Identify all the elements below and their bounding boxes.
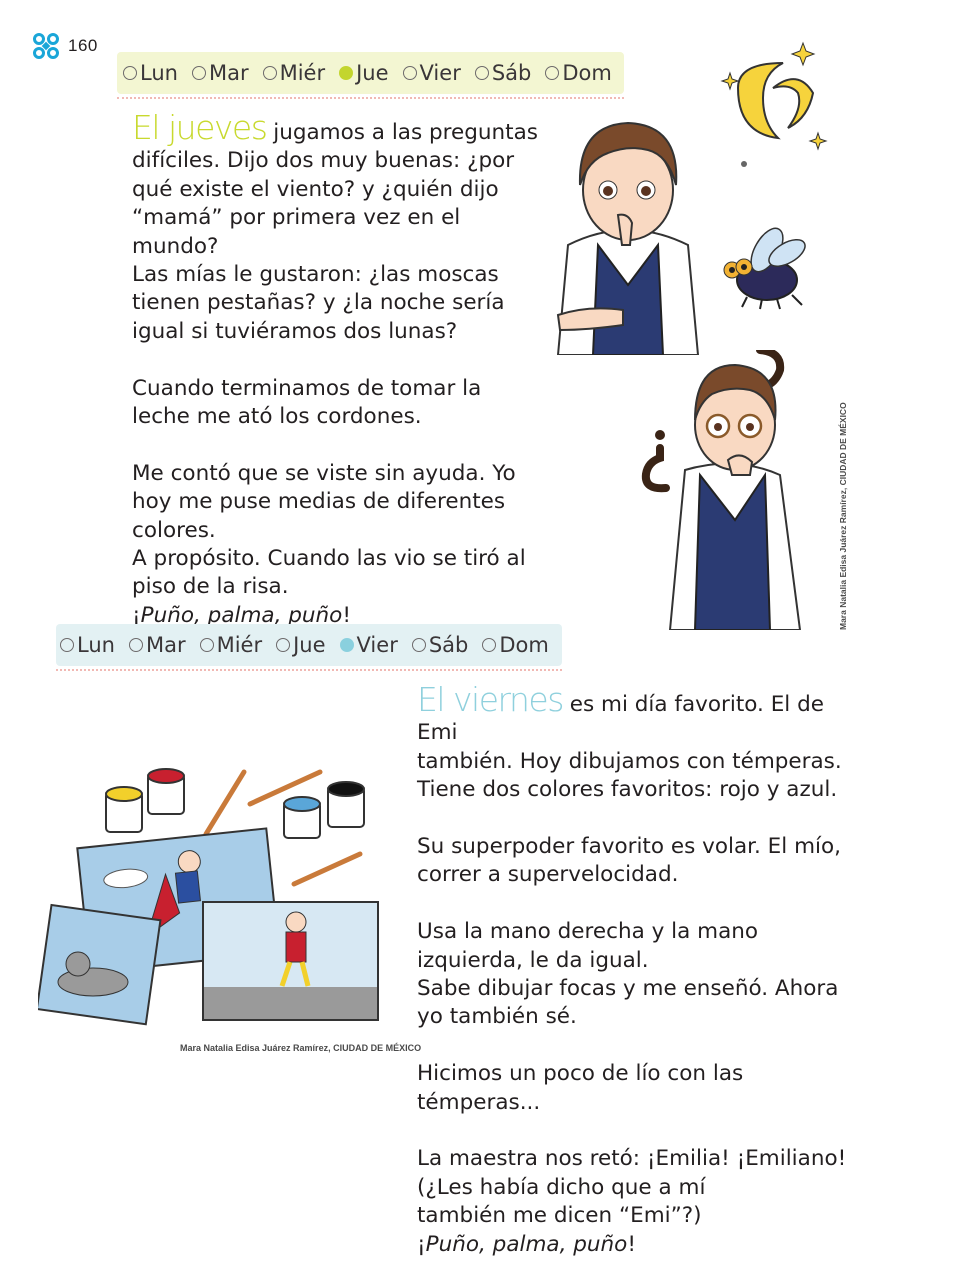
day-dot-selected-icon (339, 638, 354, 652)
crescent-moon-illustration (720, 41, 828, 167)
text-line: Su superpoder favorito es volar. El mío, (417, 834, 841, 860)
fly-illustration (723, 227, 806, 310)
boy-with-glasses-illustration (641, 350, 802, 630)
day-dot-icon (474, 66, 489, 80)
illustration-credit-vertical: Mara Natalia Edisa Juárez Ramírez, CIUDA… (838, 402, 848, 630)
text-line: correr a supervelocidad. (417, 862, 679, 888)
text-line: Me contó que se viste sin ayuda. Yo (132, 460, 516, 486)
thursday-first-line: El jueves jugamos a las preguntas (132, 108, 538, 147)
drawing-seal (38, 903, 162, 1026)
text-line: también me dicen “Emi”?) (417, 1203, 702, 1229)
paint-pot-yellow-icon (105, 786, 143, 833)
text-line: piso de la risa. (132, 574, 289, 600)
paint-pot-blue-icon (283, 796, 321, 839)
paintbrush-icon (291, 851, 363, 887)
day-dot-icon (262, 66, 277, 80)
text-line: leche me ató los cordones. (132, 404, 422, 430)
text-line: Cuando terminamos de tomar la (132, 375, 482, 401)
day-lun: Lun (123, 61, 178, 85)
day-jue-selected: Jue (339, 61, 389, 85)
text-line: tienen pestañas? y ¿la noche sería (132, 290, 505, 316)
text-line: yo también sé. (417, 1004, 577, 1030)
day-dot-icon (128, 638, 143, 652)
day-selector-thursday: Lun Mar Miér Jue Vier Sáb Dom (117, 52, 624, 94)
friday-refrain: ¡Puño, palma, puño! (417, 1231, 636, 1257)
day-mier: Miér (262, 61, 325, 85)
friday-first-line: El viernes es mi día favorito. El de Emi (417, 680, 824, 746)
day-selector-friday: Lun Mar Miér Jue Vier Sáb Dom (56, 624, 562, 666)
text-line: también. Hoy dibujamos con témperas. (417, 748, 842, 774)
text-line: témperas... (417, 1089, 541, 1115)
day-dot-icon (199, 638, 214, 652)
day-mar: Mar (191, 61, 249, 85)
day-dom: Dom (545, 61, 612, 85)
text-line: Tiene dos colores favoritos: rojo y azul… (417, 777, 838, 803)
day-dot-icon (276, 638, 291, 652)
day-vier: Vier (402, 61, 461, 85)
text-line: La maestra nos retó: ¡Emilia! ¡Emiliano! (417, 1146, 847, 1172)
paint-pot-black-icon (327, 781, 365, 828)
text-line: hoy me puse medias de diferentes (132, 489, 506, 515)
day-dot-icon (545, 66, 560, 80)
page-number: 160 (68, 36, 98, 55)
text-line: Sabe dibujar focas y me enseñó. Ahora (417, 976, 839, 1002)
day-dot-icon (191, 66, 206, 80)
day-sab: Sáb (411, 633, 468, 657)
text-line: Usa la mano derecha y la mano (417, 919, 759, 945)
decorative-logo-icon (33, 33, 59, 59)
text-line: difíciles. Dijo dos muy buenas: ¿por (132, 148, 515, 174)
friday-lead: El viernes (417, 680, 564, 719)
drawing-running-hero (202, 901, 379, 1021)
page-header: 160 (32, 32, 98, 60)
day-dot-icon (482, 638, 497, 652)
text-line: colores. (132, 517, 216, 543)
text-line: igual si tuviéramos dos lunas? (132, 318, 458, 344)
dotted-divider (117, 97, 624, 99)
day-dot-icon (411, 638, 426, 652)
paint-pot-red-icon (147, 768, 185, 815)
day-dot-selected-icon (339, 66, 354, 80)
day-mar: Mar (128, 633, 186, 657)
day-dot-icon (123, 66, 137, 80)
day-dom: Dom (482, 633, 549, 657)
text-line: Hicimos un poco de lío con las (417, 1061, 744, 1087)
boy-thinking-illustration (556, 121, 700, 355)
text-line: A propósito. Cuando las vio se tiró al (132, 546, 526, 572)
day-sab: Sáb (474, 61, 531, 85)
day-mier: Miér (199, 633, 262, 657)
illustration-credit: Mara Natalia Edisa Juárez Ramírez, CIUDA… (180, 1043, 422, 1053)
paints-and-drawings-illustration (38, 768, 379, 1026)
text-line: qué existe el viento? y ¿quién dijo (132, 176, 499, 202)
thursday-lead: El jueves (132, 108, 268, 147)
paintbrush-icon (203, 769, 247, 837)
day-lun: Lun (60, 633, 115, 657)
text-line: izquierda, le da igual. (417, 947, 649, 973)
thursday-text: El jueves jugamos a las preguntas difíci… (132, 108, 552, 630)
text-line: (¿Les había dicho que a mí (417, 1174, 706, 1200)
text-line: “mamá” por primera vez en el mundo? (132, 205, 461, 259)
day-vier-selected: Vier (339, 633, 398, 657)
day-dot-icon (402, 66, 417, 80)
day-dot-icon (60, 638, 74, 652)
text-line: Las mías le gustaron: ¿las moscas (132, 262, 499, 288)
day-jue: Jue (276, 633, 326, 657)
dotted-divider (56, 669, 562, 671)
friday-text: El viernes es mi día favorito. El de Emi… (417, 680, 847, 1259)
